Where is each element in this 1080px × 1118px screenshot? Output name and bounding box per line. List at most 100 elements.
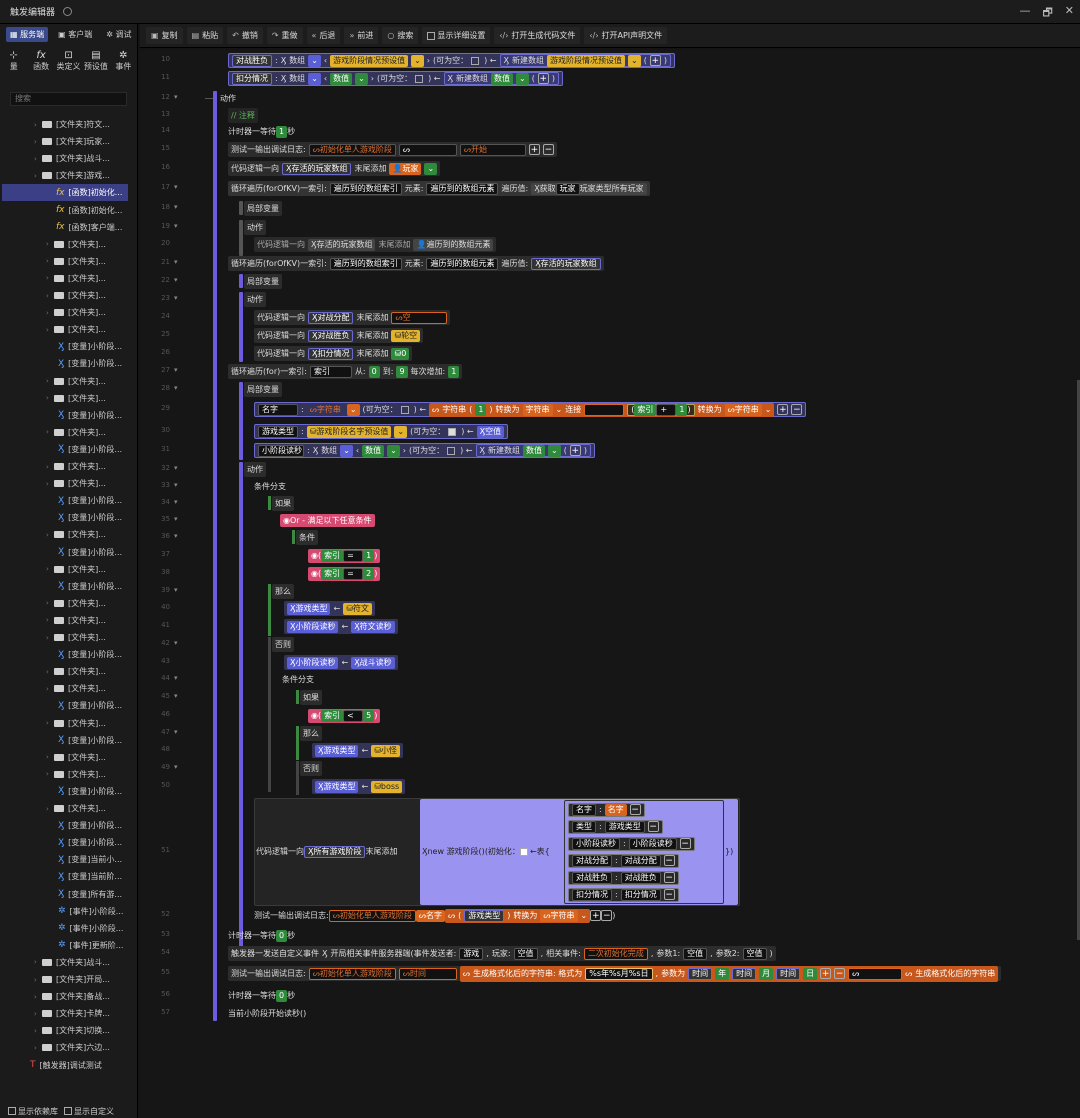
fold-toggle-icon[interactable]: ▾ <box>174 203 178 211</box>
chevron-right-icon[interactable]: › <box>34 958 42 966</box>
tree-search-input[interactable]: 搜索 <box>10 92 127 106</box>
code-line-22[interactable]: 局部变量 <box>244 274 282 289</box>
player-type-field[interactable]: 玩家 <box>555 182 580 195</box>
tree-item[interactable]: Ӽ [变量]小阶段... <box>0 492 136 509</box>
tree-item[interactable]: › [文件夹]开局... <box>0 971 136 988</box>
add-icon[interactable]: + <box>537 73 549 84</box>
table-field-row[interactable]: 对战分配: 对战分配 − <box>568 853 679 868</box>
tree-item[interactable]: Ӽ [变量]小阶段... <box>0 355 136 372</box>
paste-button[interactable]: ▤ 粘贴 <box>186 27 224 44</box>
chevron-right-icon[interactable]: › <box>46 565 54 573</box>
var-name-field[interactable]: 游戏类型 <box>258 425 298 438</box>
maximize-button[interactable]: 🗗 <box>1042 4 1052 23</box>
code-line-13[interactable]: // 注释 <box>228 108 258 123</box>
tree-item[interactable]: › [文件夹]备战... <box>0 988 136 1005</box>
dropdown-arrow-icon[interactable]: ⌄ <box>411 54 424 67</box>
fold-toggle-icon[interactable]: ▾ <box>174 276 178 284</box>
tree-item[interactable]: › [文件夹]... <box>0 526 136 543</box>
code-line-42[interactable]: 否则 <box>272 637 294 652</box>
tab-server[interactable]: ▦ 服务端 <box>6 26 49 42</box>
sender-field[interactable]: 游戏 <box>459 947 484 960</box>
tree-item[interactable]: › [文件夹]... <box>0 236 136 253</box>
type-pill[interactable]: 数值 <box>362 444 385 457</box>
player-field[interactable]: 空值 <box>513 947 538 960</box>
code-line-20[interactable]: 代码逻辑一向 Ӽ 存活的玩家数组 末尾添加 👤 遍历到的数组元素 <box>254 237 497 252</box>
tree-item[interactable]: › [文件夹]... <box>0 680 136 697</box>
type-pill[interactable]: 游戏阶段情况预设值 <box>546 54 625 67</box>
chevron-right-icon[interactable]: › <box>34 138 42 146</box>
fold-toggle-icon[interactable]: ▾ <box>174 366 178 374</box>
chevron-right-icon[interactable]: › <box>46 668 54 676</box>
dropdown-arrow-icon[interactable]: ⌄ <box>355 72 368 85</box>
code-line-23[interactable]: 动作 <box>244 292 266 307</box>
element-var-field[interactable]: 遍历到的数组元素 <box>426 257 499 270</box>
code-line-24[interactable]: 代码逻辑一向 Ӽ 对战分配 末尾添加 ᔕ 空 <box>254 310 451 325</box>
number-value[interactable]: 1 <box>276 125 288 138</box>
tree-item[interactable]: › [文件夹]... <box>0 612 136 629</box>
code-line-35[interactable]: ◉ Or - 满足以下任意条件 <box>280 513 375 528</box>
add-icon[interactable]: + <box>777 404 789 415</box>
dropdown-arrow-icon[interactable]: ⌄ <box>346 403 360 416</box>
code-line-37[interactable]: ◉(索引 = 1) <box>308 548 381 563</box>
variable-button[interactable]: ⊹ 量 <box>0 50 27 78</box>
tree-item[interactable]: › [文件夹]切换... <box>0 1022 136 1039</box>
fold-toggle-icon[interactable]: ▾ <box>174 183 178 191</box>
tree-item[interactable]: › [文件夹]... <box>0 304 136 321</box>
chevron-right-icon[interactable]: › <box>46 377 54 385</box>
chevron-right-icon[interactable]: › <box>46 753 54 761</box>
tree-item[interactable]: ✲ [事件]更新阶... <box>0 937 136 954</box>
tree-item[interactable]: Ӽ [变量]小阶段... <box>0 544 136 561</box>
fold-toggle-icon[interactable]: ▾ <box>174 294 178 302</box>
tree-item[interactable]: Ӽ [变量]所有游... <box>0 886 136 903</box>
chevron-right-icon[interactable]: › <box>46 274 54 282</box>
fold-toggle-icon[interactable]: ▾ <box>174 258 178 266</box>
code-line-44[interactable]: 条件分支 <box>282 672 314 687</box>
add-icon[interactable]: + <box>528 144 540 155</box>
init-checkbox[interactable] <box>519 847 528 856</box>
tree-item[interactable]: › [文件夹]玩家... <box>0 133 136 150</box>
open-generated-code-button[interactable]: ‹/› 打开生成代码文件 <box>494 27 581 44</box>
tree-item[interactable]: › [文件夹]... <box>0 561 136 578</box>
dropdown-arrow-icon[interactable]: ⌄ <box>627 54 641 67</box>
info-icon[interactable] <box>63 7 73 16</box>
chevron-right-icon[interactable]: › <box>46 770 54 778</box>
element-var-field[interactable]: 遍历到的数组元素 <box>426 182 499 195</box>
add-icon[interactable]: + <box>569 445 581 456</box>
chevron-right-icon[interactable]: › <box>46 257 54 265</box>
dropdown-arrow-icon[interactable]: ⌄ <box>340 444 353 457</box>
field-value[interactable]: 游戏类型 <box>604 820 645 833</box>
tree-item[interactable]: Ӽ [变量]小阶段... <box>0 834 136 851</box>
step-value[interactable]: 1 <box>448 365 460 378</box>
tree-item[interactable]: › [文件夹]... <box>0 253 136 270</box>
tree-item[interactable]: › [文件夹]... <box>0 424 136 441</box>
code-line-54[interactable]: 触发器一发送自定义事件 Ӽ 开局相关事件服务器端(事件发送者: 游戏, 玩家: 空值,… <box>228 946 776 961</box>
remove-icon[interactable]: − <box>679 838 691 849</box>
add-icon[interactable]: + <box>649 55 661 66</box>
tree-item[interactable]: Ӽ [变量]小阶段... <box>0 732 136 749</box>
tree-item[interactable]: Ӽ [变量]小阶段... <box>0 509 136 526</box>
chevron-right-icon[interactable]: › <box>46 719 54 727</box>
tree-item[interactable]: Ӽ [变量]小阶段... <box>0 441 136 458</box>
code-line-30[interactable]: 游戏类型 : ⛁ 游戏阶段名字预设值 ⌄ (可为空：) ← Ӽ 空值 <box>254 424 509 439</box>
copy-button[interactable]: ▣ 复制 <box>146 27 183 44</box>
append-action[interactable]: 代码逻辑一向 Ӽ 所有游戏阶段 末尾添加 <box>256 844 397 859</box>
code-line-12[interactable]: 动作 <box>220 91 236 106</box>
param1-field[interactable]: 空值 <box>683 947 708 960</box>
minimize-button[interactable]: — <box>1019 4 1030 23</box>
tree-item[interactable]: › [文件夹]... <box>0 287 136 304</box>
tree-item[interactable]: Ӽ [变量]小阶段... <box>0 646 136 663</box>
tree-item[interactable]: Ӽ [变量]当前小... <box>0 851 136 868</box>
param2-field[interactable]: 空值 <box>742 947 767 960</box>
chevron-right-icon[interactable]: › <box>46 292 54 300</box>
number-value[interactable]: 0 <box>276 989 288 1002</box>
fold-toggle-icon[interactable]: ▾ <box>174 222 178 230</box>
tree-item[interactable]: › [文件夹]... <box>0 663 136 680</box>
remove-icon[interactable]: − <box>542 144 554 155</box>
code-line-31[interactable]: 小阶段读秒 : Ӽ 数组 ⌄ ‹ 数值 ⌄ › (可为空：) ← Ӽ 新建数组 数值 ⌄(+… <box>254 443 595 458</box>
field-value[interactable]: 小阶段读秒 <box>628 837 677 850</box>
code-line-11[interactable]: 扣分情况 : Ӽ 数组 ⌄ ‹ 数值 ⌄ › (可为空：) ← Ӽ 新建数组 数值 ⌄(+… <box>228 71 563 86</box>
comment-block[interactable]: // 注释 <box>228 108 258 123</box>
tree-item[interactable]: fx [函数]初始化... <box>2 184 128 202</box>
remove-icon[interactable]: − <box>663 855 675 866</box>
operator-dropdown[interactable]: < <box>343 709 364 722</box>
